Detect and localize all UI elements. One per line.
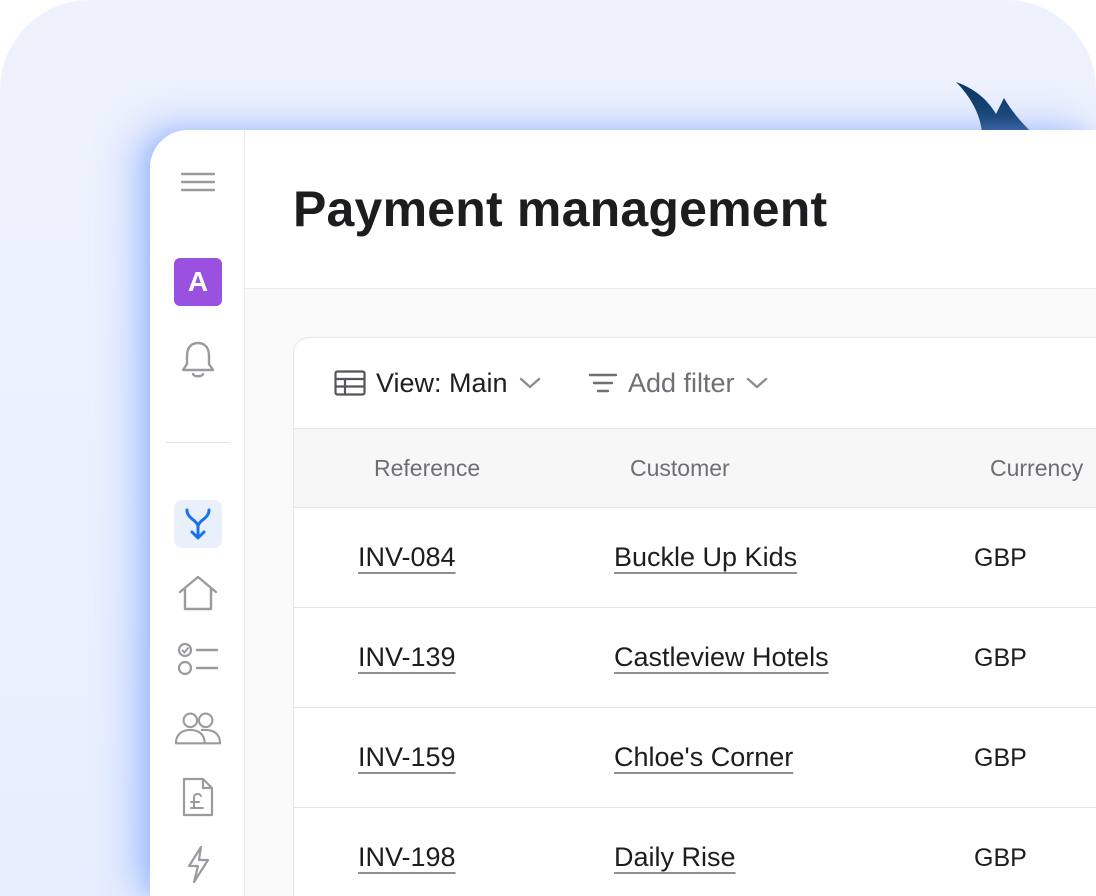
checklist-icon bbox=[177, 642, 219, 676]
sidebar-item-home[interactable] bbox=[174, 569, 222, 617]
sidebar-item-flows[interactable] bbox=[174, 500, 222, 548]
home-icon bbox=[178, 575, 218, 611]
menu-icon bbox=[181, 172, 215, 192]
invoice-pound-icon bbox=[182, 777, 214, 817]
table-header: Reference Customer Currency bbox=[294, 429, 1096, 508]
main-content: Payment management View: Main Add filter… bbox=[245, 130, 1096, 896]
page-header: Payment management bbox=[245, 130, 1096, 289]
column-header-currency[interactable]: Currency bbox=[990, 455, 1083, 482]
table-view-icon bbox=[334, 370, 366, 396]
users-icon bbox=[174, 712, 222, 745]
reference-link[interactable]: INV-139 bbox=[358, 642, 456, 673]
app-window: A Payment management View: Main Add filt… bbox=[150, 130, 1096, 896]
table-row[interactable]: INV-139 Castleview Hotels GBP bbox=[294, 608, 1096, 708]
reference-link[interactable]: INV-159 bbox=[358, 742, 456, 773]
sidebar-item-tasks[interactable] bbox=[174, 635, 222, 683]
column-header-reference[interactable]: Reference bbox=[374, 455, 480, 482]
table-row[interactable]: INV-159 Chloe's Corner GBP bbox=[294, 708, 1096, 808]
customer-link[interactable]: Chloe's Corner bbox=[614, 742, 793, 773]
customer-link[interactable]: Castleview Hotels bbox=[614, 642, 829, 673]
avatar[interactable]: A bbox=[174, 258, 222, 306]
lightning-icon bbox=[187, 845, 210, 884]
payments-table-card: View: Main Add filter Reference Customer… bbox=[293, 337, 1096, 896]
currency-value: GBP bbox=[974, 844, 1027, 872]
sidebar: A bbox=[150, 130, 245, 896]
bell-icon bbox=[181, 341, 215, 378]
add-filter-button[interactable]: Add filter bbox=[588, 366, 769, 400]
currency-value: GBP bbox=[974, 644, 1027, 672]
table-toolbar: View: Main Add filter bbox=[294, 338, 1096, 429]
view-selector[interactable]: View: Main bbox=[334, 366, 542, 400]
column-header-customer[interactable]: Customer bbox=[630, 455, 730, 482]
reference-link[interactable]: INV-198 bbox=[358, 842, 456, 873]
notifications-button[interactable] bbox=[174, 336, 222, 384]
sidebar-item-automations[interactable] bbox=[174, 840, 222, 888]
currency-value: GBP bbox=[974, 544, 1027, 572]
add-filter-label: Add filter bbox=[628, 367, 735, 398]
table-row[interactable]: INV-198 Daily Rise GBP bbox=[294, 808, 1096, 896]
currency-value: GBP bbox=[974, 744, 1027, 772]
view-selector-label: View: Main bbox=[376, 367, 508, 398]
filter-icon bbox=[588, 373, 618, 393]
customer-link[interactable]: Daily Rise bbox=[614, 842, 736, 873]
customer-link[interactable]: Buckle Up Kids bbox=[614, 542, 797, 573]
sidebar-divider bbox=[166, 442, 230, 443]
chevron-down-icon bbox=[519, 377, 540, 389]
sidebar-item-invoices[interactable] bbox=[174, 773, 222, 821]
sidebar-item-customers[interactable] bbox=[174, 704, 222, 752]
menu-button[interactable] bbox=[174, 158, 222, 206]
chevron-down-icon bbox=[746, 377, 767, 389]
page-title: Payment management bbox=[293, 181, 828, 237]
reference-link[interactable]: INV-084 bbox=[358, 542, 456, 573]
table-row[interactable]: INV-084 Buckle Up Kids GBP bbox=[294, 508, 1096, 608]
merge-arrow-icon bbox=[185, 508, 211, 540]
